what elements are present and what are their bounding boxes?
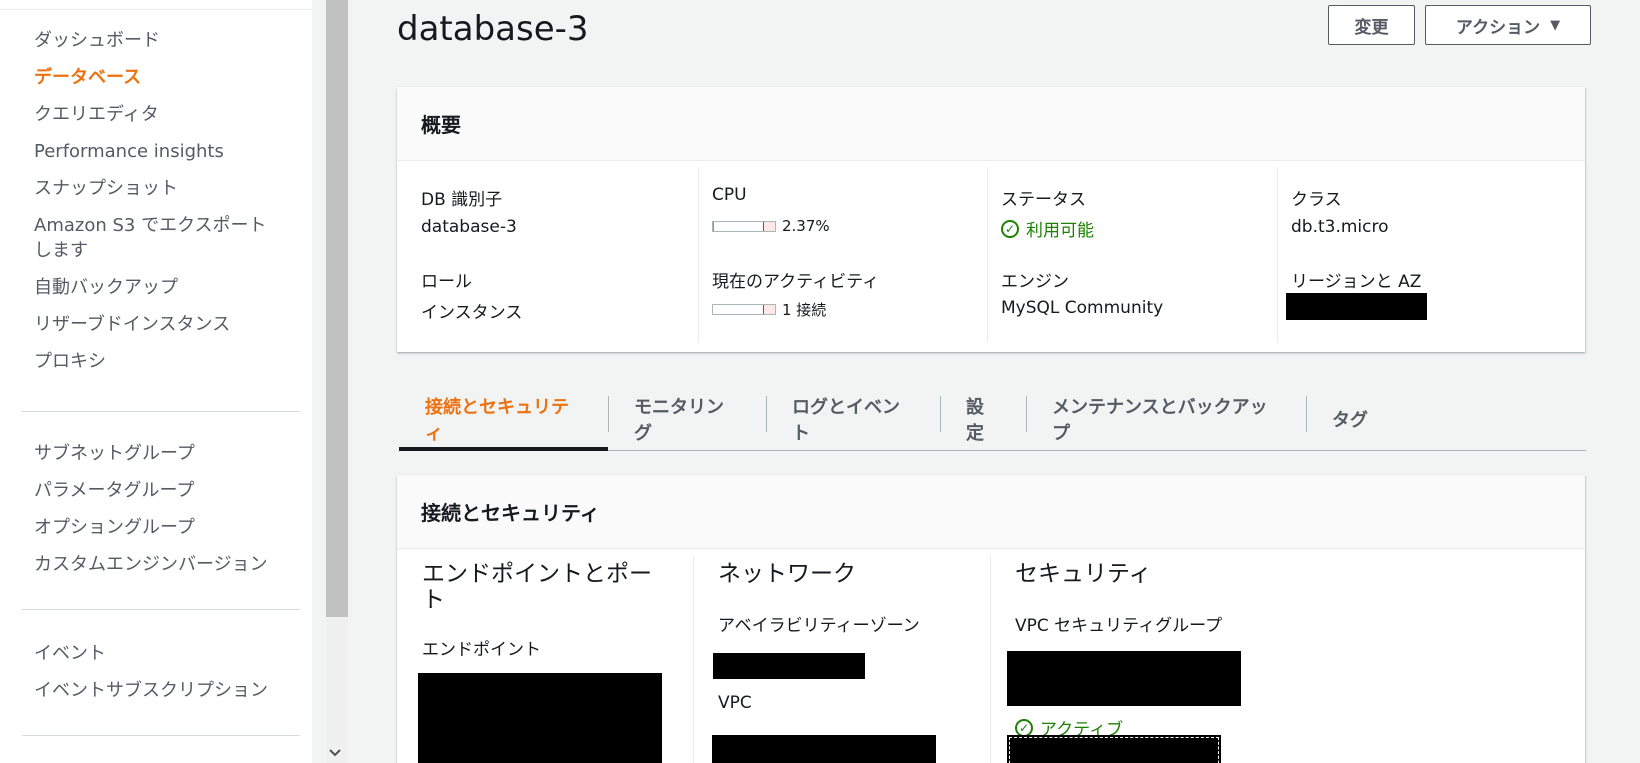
status-label: ステータス: [1001, 190, 1086, 210]
sidebar-item-option-groups[interactable]: オプショングループ: [0, 515, 312, 540]
security-title: セキュリティ: [1015, 561, 1152, 587]
sidebar-item-proxies[interactable]: プロキシ: [0, 349, 312, 374]
status-value: 利用可能: [1026, 221, 1094, 241]
summary-col-identifier: DB 識別子 database-3 ロール インスタンス: [397, 167, 687, 342]
caret-down-icon: ▼: [1550, 17, 1561, 33]
endpoint-label: エンドポイント: [422, 640, 541, 660]
summary-col-status: ステータス ✓ 利用可能 エンジン MySQL Community: [987, 167, 1277, 342]
endpoint-port-section: エンドポイントとポート エンドポイント: [397, 555, 693, 763]
engine-value: MySQL Community: [1001, 298, 1164, 318]
endpoint-value-redacted: [418, 673, 662, 763]
activity-meter: 1 接続: [712, 299, 826, 320]
class-value: db.t3.micro: [1291, 217, 1389, 237]
availability-zone-label: アベイラビリティーゾーン: [718, 616, 920, 636]
sidebar-scrollbar-thumb[interactable]: [326, 0, 348, 617]
connectivity-security-panel: 接続とセキュリティ エンドポイントとポート エンドポイント ネットワーク アベイ…: [397, 475, 1585, 763]
sidebar-item-parameter-groups[interactable]: パラメータグループ: [0, 478, 312, 503]
sidebar-item-performance-insights[interactable]: Performance insights: [0, 139, 312, 164]
sidebar-item-query-editor[interactable]: クエリエディタ: [0, 102, 312, 127]
db-identifier-value: database-3: [421, 217, 517, 237]
sidebar-top-divider: [0, 9, 312, 10]
sidebar-nav-groups: サブネットグループ パラメータグループ オプショングループ カスタムエンジンバー…: [0, 441, 312, 577]
sidebar-divider: [22, 609, 300, 610]
role-value: インスタンス: [421, 303, 523, 323]
summary-col-class: クラス db.t3.micro リージョンと AZ: [1277, 167, 1567, 342]
detail-tabs: 接続とセキュリティ モニタリング ログとイベント 設定 メンテナンスとバックアッ…: [399, 388, 1586, 451]
tab-connectivity-security[interactable]: 接続とセキュリティ: [399, 388, 608, 451]
check-circle-icon: ✓: [1001, 219, 1019, 238]
sidebar-item-custom-engine-versions[interactable]: カスタムエンジンバージョン: [0, 552, 312, 577]
summary-title: 概要: [397, 87, 1585, 161]
vpc-label: VPC: [718, 693, 752, 713]
cpu-value: 2.37%: [782, 217, 830, 235]
role-label: ロール: [421, 272, 472, 292]
sidebar-item-subnet-groups[interactable]: サブネットグループ: [0, 441, 312, 466]
region-az-value-redacted: [1286, 293, 1427, 320]
cpu-meter: 2.37%: [712, 217, 830, 235]
chevron-down-icon[interactable]: [328, 748, 342, 761]
sidebar-item-s3-export[interactable]: Amazon S3 でエクスポートします: [0, 213, 312, 263]
sidebar-item-snapshots[interactable]: スナップショット: [0, 176, 312, 201]
activity-gauge-threshold: [763, 305, 775, 314]
cpu-gauge-fill: [713, 221, 715, 231]
sidebar-item-event-subscriptions[interactable]: イベントサブスクリプション: [0, 678, 312, 703]
tab-tags[interactable]: タグ: [1306, 388, 1396, 450]
endpoint-port-title: エンドポイントとポート: [422, 561, 652, 613]
vpc-value-redacted: [712, 735, 936, 763]
sidebar-item-automated-backups[interactable]: 自動バックアップ: [0, 275, 312, 300]
db-identifier-label: DB 識別子: [421, 190, 503, 210]
modify-button[interactable]: 変更: [1328, 5, 1415, 45]
modify-button-label: 変更: [1354, 17, 1389, 38]
sidebar-divider: [22, 735, 300, 736]
tab-maintenance-backups[interactable]: メンテナンスとバックアップ: [1026, 388, 1306, 450]
security-group-link-redacted[interactable]: [1007, 651, 1241, 706]
network-title: ネットワーク: [718, 561, 856, 587]
availability-zone-value-redacted: [713, 653, 865, 679]
sidebar-divider: [22, 411, 300, 412]
sidebar-item-dashboard[interactable]: ダッシュボード: [0, 28, 312, 53]
check-circle-icon: ✓: [1015, 718, 1033, 737]
sidebar-nav-events: イベント イベントサブスクリプション: [0, 641, 312, 703]
page-title: database-3: [397, 9, 589, 49]
activity-gauge: [712, 304, 776, 315]
vpc-security-groups-label: VPC セキュリティグループ: [1015, 616, 1223, 636]
tab-monitoring[interactable]: モニタリング: [608, 388, 766, 450]
tab-logs-events[interactable]: ログとイベント: [766, 388, 940, 450]
cpu-label: CPU: [712, 185, 747, 205]
security-section: セキュリティ VPC セキュリティグループ ✓ アクティブ: [990, 555, 1290, 763]
sidebar-item-events[interactable]: イベント: [0, 641, 312, 666]
region-az-label: リージョンと AZ: [1291, 272, 1422, 292]
sidebar: ダッシュボード データベース クエリエディタ Performance insig…: [0, 0, 312, 763]
class-label: クラス: [1291, 190, 1342, 210]
cpu-gauge-threshold: [763, 221, 775, 231]
summary-col-cpu: CPU 2.37% 現在のアクティビティ 1 接続: [698, 167, 988, 342]
connectivity-security-title: 接続とセキュリティ: [397, 475, 1585, 549]
actions-button[interactable]: アクション ▼: [1425, 5, 1591, 45]
sidebar-item-reserved-instances[interactable]: リザーブドインスタンス: [0, 312, 312, 337]
status-indicator: ✓ 利用可能: [1001, 216, 1094, 241]
summary-panel: 概要 DB 識別子 database-3 ロール インスタンス CPU 2.37…: [397, 87, 1585, 352]
sidebar-item-databases[interactable]: データベース: [0, 65, 312, 90]
cpu-gauge: [712, 220, 776, 232]
tab-configuration[interactable]: 設定: [940, 388, 1026, 450]
sidebar-nav-primary: ダッシュボード データベース クエリエディタ Performance insig…: [0, 28, 312, 374]
actions-button-label: アクション: [1455, 17, 1541, 38]
current-activity-value: 1 接続: [782, 301, 827, 319]
engine-label: エンジン: [1001, 272, 1069, 292]
current-activity-label: 現在のアクティビティ: [712, 272, 880, 292]
security-group-link-redacted[interactable]: [1007, 735, 1221, 763]
network-section: ネットワーク アベイラビリティーゾーン VPC: [693, 555, 990, 763]
